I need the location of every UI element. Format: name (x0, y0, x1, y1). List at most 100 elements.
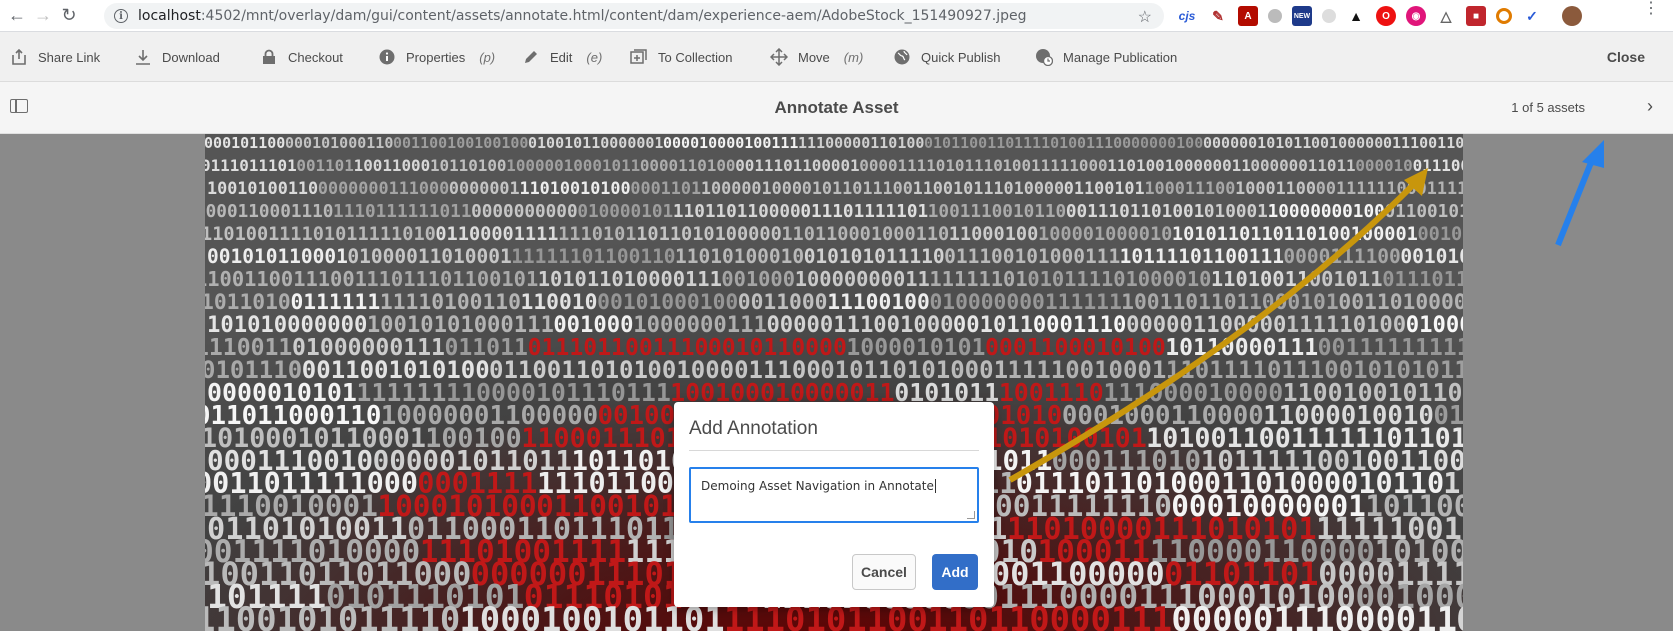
binary-text-run: 1000101100 (205, 134, 285, 152)
binary-text-run: 0111011 (1382, 267, 1463, 291)
pen-extension-icon[interactable]: ✎ (1208, 6, 1228, 26)
site-info-icon[interactable]: i (114, 9, 128, 23)
forward-icon[interactable]: → (30, 3, 56, 29)
binary-text-run: 010001 (1204, 202, 1268, 222)
move-icon (770, 48, 788, 66)
hat-extension-icon[interactable]: ▲ (1346, 6, 1366, 26)
binary-text-run: 01100101 (1064, 178, 1145, 198)
new-extension-icon[interactable]: NEW (1292, 6, 1312, 26)
resize-handle-icon[interactable] (967, 511, 975, 519)
binary-text-run: 11011101100101 (366, 267, 538, 291)
share-icon (10, 48, 28, 66)
gray-extension-icon[interactable] (1322, 9, 1336, 23)
binary-text-run: 1001110010110 (928, 202, 1066, 222)
manage-publication-button[interactable]: Manage Publication (1035, 32, 1177, 82)
binary-text-run: 110100100001 (1284, 224, 1418, 245)
binary-text-run: 011101111101 (800, 202, 928, 222)
download-button[interactable]: Download (134, 32, 220, 82)
title-bar: Annotate Asset 1 of 5 assets › (0, 82, 1673, 134)
share-link-button[interactable]: Share Link (10, 32, 100, 82)
binary-text-run: 001101 (296, 156, 353, 175)
checkout-button[interactable]: Checkout (260, 32, 343, 82)
cancel-button[interactable]: Cancel (852, 554, 916, 590)
binary-text-run: 10011000 (354, 156, 431, 175)
annotation-text: Demoing Asset Navigation in Annotate (701, 479, 934, 493)
pink-extension-icon[interactable]: ◉ (1406, 6, 1426, 26)
lock-icon (260, 48, 278, 66)
binary-text-run: 10001100 (1235, 178, 1316, 198)
close-button[interactable]: Close (1607, 32, 1645, 82)
text-cursor (934, 479, 936, 493)
binary-text-run: 101011010000111 (538, 267, 722, 291)
url-text[interactable]: localhost:4502/mnt/overlay/dam/gui/conte… (138, 8, 1026, 24)
binary-text-run: 000010000100111 (663, 134, 798, 152)
red-square-extension-icon[interactable]: ■ (1466, 6, 1486, 26)
binary-text-run: 001010110001 (207, 245, 348, 268)
binary-text-run: 001000 (721, 267, 795, 291)
binary-text-run: 10110100 (430, 156, 507, 175)
orange-ring-extension-icon[interactable] (1496, 8, 1512, 24)
binary-text-run: 000101000110 (285, 134, 393, 152)
edit-button[interactable]: Edit (e) (522, 32, 602, 82)
binary-text-run: 010000101 (577, 202, 673, 222)
binary-text-run: 10000000011 (795, 267, 930, 291)
binary-text-run: 00000100 (1131, 134, 1203, 152)
binary-text-run: 11001100111001 (205, 267, 367, 291)
drive-extension-icon[interactable]: △ (1436, 6, 1456, 26)
binary-text-run: 0000111100 (1283, 245, 1400, 268)
binary-text-run: 11111101100110 (511, 245, 675, 268)
eyedropper-extension-icon[interactable]: ✓ (1522, 6, 1542, 26)
binary-text-run: 0111011101 (205, 156, 297, 175)
page-title: Annotate Asset (774, 98, 899, 117)
reload-icon[interactable]: ↻ (56, 3, 82, 29)
globe-icon (893, 48, 911, 66)
binary-text-run: 0000000111000 (318, 178, 449, 198)
binary-text-run: 10000010001011 (506, 156, 640, 175)
binary-text-run: 010111101000010 (1027, 267, 1211, 291)
browser-menu-icon[interactable]: ⋮ (1643, 1, 1659, 17)
binary-text-run: 1000001000 (701, 178, 802, 198)
binary-text-run: 100001000010 (1038, 224, 1172, 245)
move-button[interactable]: Move (m) (770, 32, 863, 82)
binary-text-run: 00101000010 (1400, 245, 1463, 268)
back-icon[interactable]: ← (4, 3, 30, 29)
binary-text-run: 00000111000011 (1171, 600, 1457, 631)
asset-count: 1 of 5 assets (1511, 100, 1585, 115)
binary-text-run: 011100111 (1413, 156, 1463, 175)
binary-text-run: 00100000 (1311, 134, 1383, 152)
binary-text-run: 10111101100111 (1120, 245, 1284, 268)
binary-text-run: 0111001101 (1383, 134, 1463, 152)
next-asset-chevron-icon[interactable]: › (1647, 96, 1653, 117)
pencil-icon (522, 48, 540, 66)
quick-publish-button[interactable]: Quick Publish (893, 32, 1000, 82)
binary-text-run: 1101001 (205, 224, 279, 245)
binary-text-run: 11000111111001 (1376, 178, 1463, 198)
binary-text-run: 000011110101110 (859, 156, 1003, 175)
add-button[interactable]: Add (932, 554, 978, 590)
binary-text-run: 0001101 (630, 178, 701, 198)
dialog-divider (689, 450, 979, 451)
binary-text-run: 000000101011 (1203, 134, 1311, 152)
profile-avatar[interactable] (1562, 6, 1582, 26)
cjs-extension-icon[interactable]: cjs (1176, 6, 1198, 26)
binary-text-run: 1110111111011 (333, 202, 471, 222)
binary-text-run: 011001010 (1384, 202, 1463, 222)
binary-text-run: 001111 (1316, 178, 1377, 198)
bookmark-star-icon[interactable]: ☆ (1138, 7, 1152, 27)
binary-text-run: 01011011100 (802, 178, 913, 198)
action-bar: Share Link Download Checkout Properties(… (0, 32, 1673, 82)
binary-text-run: 11111101 (929, 267, 1027, 291)
pdf-extension-icon[interactable]: A (1238, 6, 1258, 26)
address-bar[interactable]: i localhost:4502/mnt/overlay/dam/gui/con… (104, 3, 1164, 29)
to-collection-button[interactable]: To Collection (630, 32, 732, 82)
binary-text-run: 100011100 (1144, 178, 1235, 198)
opera-extension-icon[interactable]: O (1376, 6, 1396, 26)
binary-text-run: 1100101011110 (205, 600, 460, 631)
binary-text-run: 11010010100 (519, 178, 630, 198)
annotation-textarea[interactable]: Demoing Asset Navigation in Annotate (689, 467, 979, 523)
circle-extension-icon[interactable] (1268, 9, 1282, 23)
globe-clock-icon (1035, 48, 1053, 66)
properties-button[interactable]: Properties (p) (378, 32, 495, 82)
binary-text-run: 0000110001110 (205, 202, 333, 222)
binary-text-run: 001100100100100 (393, 134, 528, 152)
